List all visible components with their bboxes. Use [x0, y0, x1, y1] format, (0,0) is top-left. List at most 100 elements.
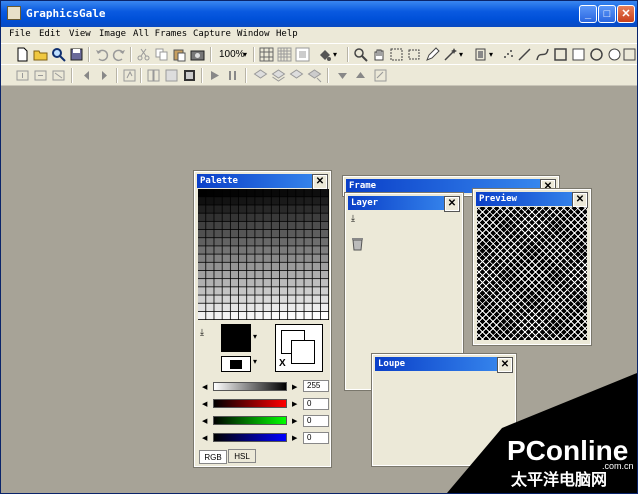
- palette-cell[interactable]: [247, 262, 255, 271]
- play-icon[interactable]: [207, 68, 222, 83]
- palette-cell[interactable]: [296, 279, 304, 287]
- blue-slider[interactable]: [213, 433, 287, 442]
- palette-cell[interactable]: [271, 246, 280, 254]
- palette-cell[interactable]: [288, 221, 296, 230]
- menu-window[interactable]: Window: [237, 28, 270, 41]
- red-slider[interactable]: [213, 399, 287, 408]
- green-left-arrow-icon[interactable]: ◀: [202, 417, 207, 426]
- palette-cell[interactable]: [296, 213, 304, 221]
- green-value[interactable]: 0: [303, 415, 329, 427]
- palette-cell[interactable]: [271, 197, 280, 205]
- save-icon[interactable]: [69, 47, 84, 62]
- palette-cell[interactable]: [304, 270, 312, 279]
- gray-left-arrow-icon[interactable]: ◀: [202, 383, 207, 392]
- palette-cell[interactable]: [263, 238, 271, 246]
- palette-cell[interactable]: [238, 270, 247, 279]
- palette-cell[interactable]: [304, 246, 312, 254]
- text-tool-icon[interactable]: [622, 47, 637, 62]
- menu-edit[interactable]: Edit: [39, 28, 61, 41]
- palette-cell[interactable]: [214, 311, 222, 320]
- undo-icon[interactable]: [94, 47, 109, 62]
- palette-cell[interactable]: [255, 213, 263, 221]
- palette-cell[interactable]: [206, 262, 214, 271]
- palette-cell[interactable]: [222, 303, 230, 312]
- filled-rectangle-icon[interactable]: [571, 47, 586, 62]
- palette-cell[interactable]: [255, 189, 263, 197]
- palette-cell[interactable]: [279, 205, 288, 213]
- palette-cell[interactable]: [222, 279, 230, 287]
- palette-cell[interactable]: [230, 205, 239, 213]
- palette-cell[interactable]: [230, 279, 239, 287]
- capture-icon[interactable]: [190, 47, 205, 62]
- palette-cell[interactable]: [271, 221, 280, 230]
- palette-cell[interactable]: [230, 254, 239, 262]
- palette-cell[interactable]: [263, 262, 271, 271]
- palette-cell[interactable]: [247, 246, 255, 254]
- palette-cell[interactable]: [279, 197, 288, 205]
- palette-cell[interactable]: [198, 189, 206, 197]
- palette-cell[interactable]: [263, 221, 271, 230]
- color-swap-box[interactable]: X: [275, 324, 323, 372]
- layer-close-button[interactable]: ✕: [444, 196, 460, 212]
- palette-cell[interactable]: [238, 246, 247, 254]
- palette-cell[interactable]: [271, 279, 280, 287]
- palette-cell[interactable]: [263, 311, 271, 320]
- palette-cell[interactable]: [198, 229, 206, 238]
- palette-cell[interactable]: [296, 262, 304, 271]
- palette-cell[interactable]: [279, 189, 288, 197]
- wand-dropdown-icon[interactable]: ▾: [459, 47, 474, 62]
- palette-cell[interactable]: [198, 246, 206, 254]
- palette-cell[interactable]: [312, 197, 321, 205]
- red-left-arrow-icon[interactable]: ◀: [202, 400, 207, 409]
- palette-cell[interactable]: [296, 229, 304, 238]
- palette-cell[interactable]: [271, 287, 280, 295]
- palette-cell[interactable]: [206, 287, 214, 295]
- menu-capture[interactable]: Capture: [193, 28, 231, 41]
- palette-cell[interactable]: [263, 303, 271, 312]
- palette-cell[interactable]: [312, 221, 321, 230]
- palette-cell[interactable]: [288, 246, 296, 254]
- palette-cell[interactable]: [214, 270, 222, 279]
- fill-bucket-icon[interactable]: [317, 47, 332, 62]
- palette-cell[interactable]: [320, 295, 329, 303]
- palette-cell[interactable]: [312, 270, 321, 279]
- filled-ellipse-icon[interactable]: [607, 47, 622, 62]
- palette-cell[interactable]: [255, 295, 263, 303]
- palette-cell[interactable]: [320, 229, 329, 238]
- palette-close-button[interactable]: ✕: [312, 174, 328, 190]
- palette-cell[interactable]: [238, 213, 247, 221]
- palette-cell[interactable]: [296, 311, 304, 320]
- palette-cell[interactable]: [279, 246, 288, 254]
- palette-cell[interactable]: [198, 287, 206, 295]
- primary-color-swatch[interactable]: [221, 324, 251, 352]
- palette-cell[interactable]: [255, 246, 263, 254]
- palette-cell[interactable]: [304, 262, 312, 271]
- palette-load-icon[interactable]: ⤓: [200, 327, 215, 342]
- palette-cell[interactable]: [255, 311, 263, 320]
- palette-cell[interactable]: [288, 287, 296, 295]
- palette-cell[interactable]: [230, 287, 239, 295]
- palette-cell[interactable]: [230, 221, 239, 230]
- palette-cell[interactable]: [288, 213, 296, 221]
- palette-cell[interactable]: [255, 221, 263, 230]
- palette-cell[interactable]: [238, 197, 247, 205]
- palette-cell[interactable]: [206, 189, 214, 197]
- palette-cell[interactable]: [312, 213, 321, 221]
- palette-cell[interactable]: [320, 270, 329, 279]
- palette-cell[interactable]: [206, 221, 214, 230]
- palette-cell[interactable]: [206, 295, 214, 303]
- palette-cell[interactable]: [271, 262, 280, 271]
- palette-cell[interactable]: [288, 197, 296, 205]
- brush-icon[interactable]: [473, 47, 488, 62]
- insert-frame-icon[interactable]: [33, 68, 48, 83]
- palette-cell[interactable]: [238, 287, 247, 295]
- palette-cell[interactable]: [222, 213, 230, 221]
- palette-cell[interactable]: [206, 213, 214, 221]
- palette-cell[interactable]: [320, 213, 329, 221]
- palette-cell[interactable]: [304, 189, 312, 197]
- palette-cell[interactable]: [238, 238, 247, 246]
- palette-cell[interactable]: [304, 303, 312, 312]
- palette-cell[interactable]: [279, 295, 288, 303]
- palette-cell[interactable]: [230, 213, 239, 221]
- prev-frame-icon[interactable]: [79, 68, 94, 83]
